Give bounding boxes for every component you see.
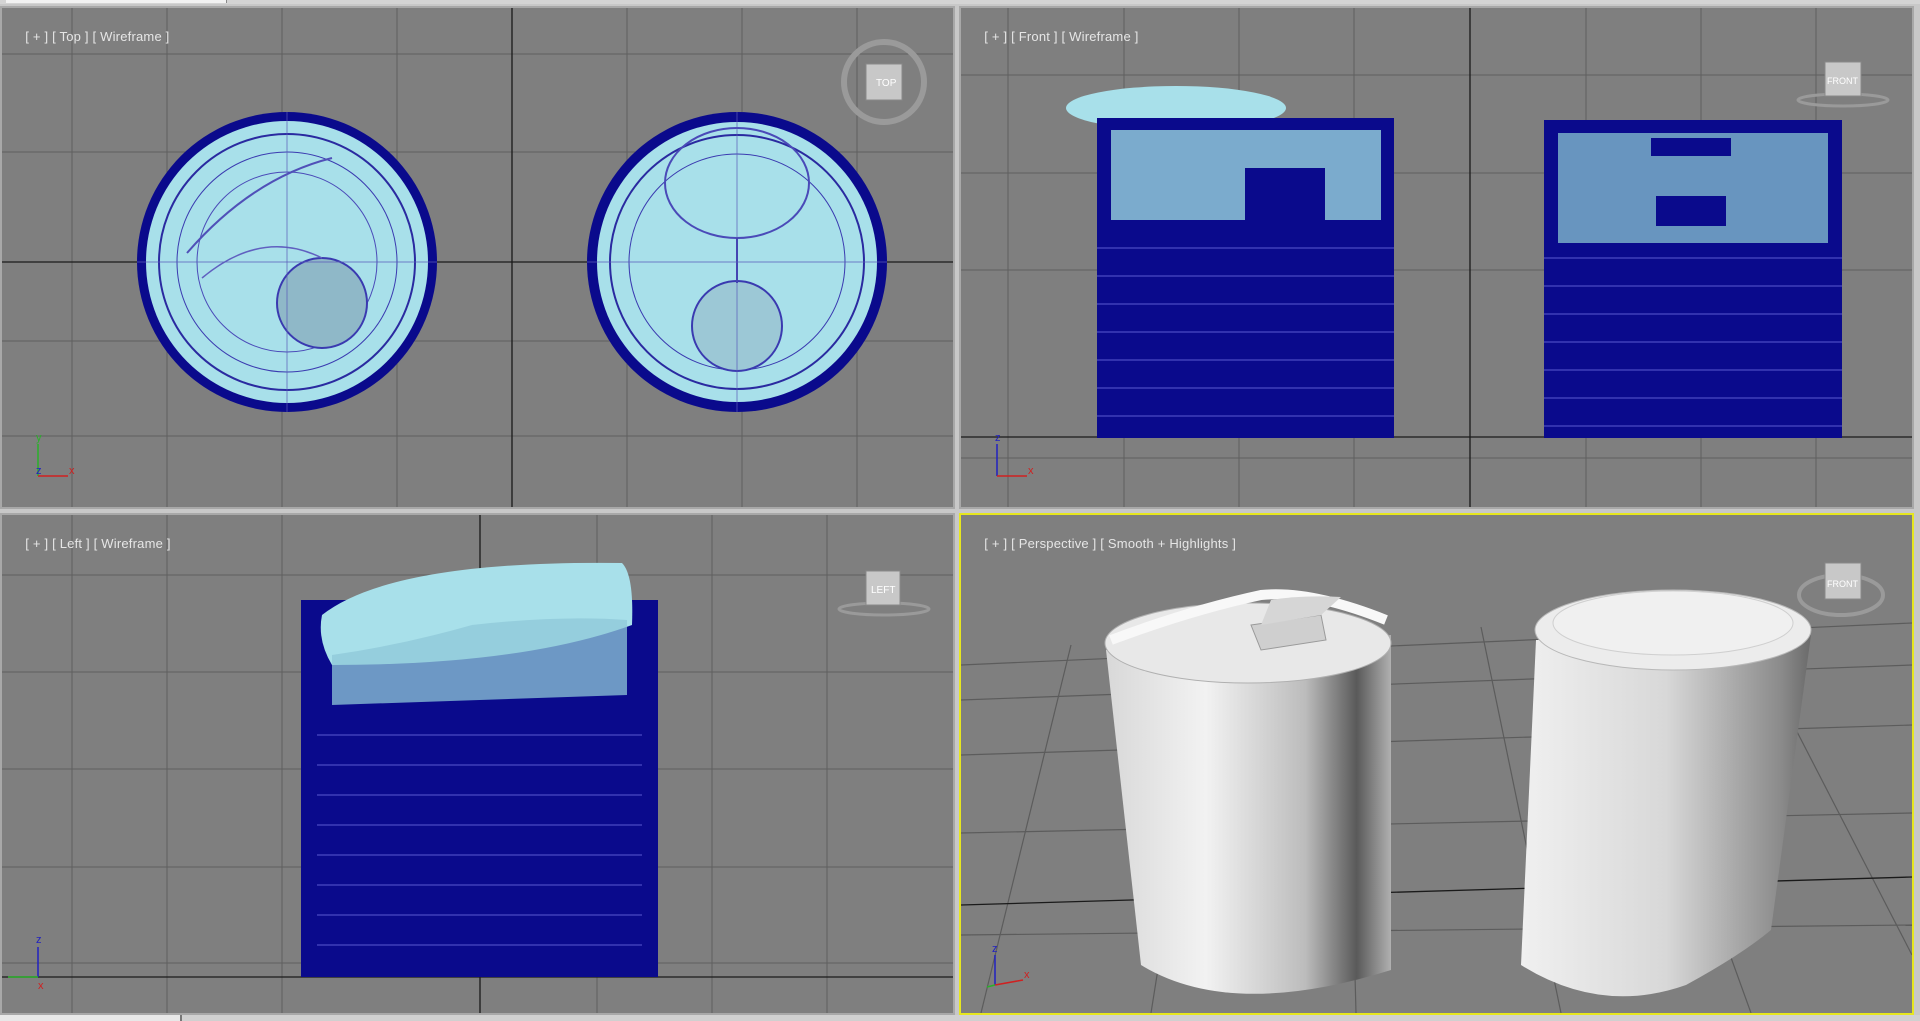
viewport-left-label: [ + ] [ Left ] [ Wireframe ] xyxy=(10,521,171,566)
viewport-menu-button[interactable]: [ + ] xyxy=(984,536,1007,551)
perspective-cap-left xyxy=(1104,589,1392,994)
view-name[interactable]: [ Top ] xyxy=(52,29,89,44)
svg-text:x: x xyxy=(69,465,75,477)
viewport-top-label: [ + ] [ Top ] [ Wireframe ] xyxy=(10,14,170,59)
top-tab-strip xyxy=(0,0,1920,4)
svg-text:x: x xyxy=(1024,969,1030,981)
left-scene: LEFT z x xyxy=(2,515,953,1013)
viewport-front[interactable]: FRONT z x [ + ] [ Front ] [ Wireframe ] xyxy=(959,6,1914,509)
svg-text:x: x xyxy=(1028,465,1034,477)
view-name[interactable]: [ Front ] xyxy=(1011,29,1058,44)
shading-mode[interactable]: [ Wireframe ] xyxy=(94,536,171,551)
viewcube-perspective xyxy=(1797,562,1885,617)
front-cap-left xyxy=(1066,86,1394,438)
axis-gizmo-front xyxy=(996,444,1027,477)
top-cap-left xyxy=(137,112,437,412)
viewport-left[interactable]: LEFT z x [ + ] [ Left ] [ Wireframe ] xyxy=(0,513,955,1015)
axis-gizmo-top xyxy=(37,444,68,477)
front-cap-right xyxy=(1544,120,1842,438)
viewport-menu-button[interactable]: [ + ] xyxy=(984,29,1007,44)
viewcube-perspective-label: FRONT xyxy=(1827,579,1858,589)
viewcube-front-label: FRONT xyxy=(1827,76,1858,86)
svg-text:z: z xyxy=(36,934,42,946)
shading-mode[interactable]: [ Smooth + Highlights ] xyxy=(1100,536,1236,551)
viewport-menu-button[interactable]: [ + ] xyxy=(25,536,48,551)
svg-text:y: y xyxy=(36,432,42,444)
bottom-timeline-strip xyxy=(0,1015,1920,1021)
active-tab[interactable] xyxy=(6,0,227,3)
left-cap xyxy=(301,562,658,977)
top-scene: TOP y z x xyxy=(2,8,953,507)
perspective-cap-right xyxy=(1521,589,1812,997)
viewport-top[interactable]: TOP y z x [ + ] [ Top ] [ Wireframe ] xyxy=(0,6,955,509)
view-name[interactable]: [ Left ] xyxy=(52,536,90,551)
viewport-perspective-label: [ + ] [ Perspective ] [ Smooth + Highlig… xyxy=(969,521,1236,566)
perspective-scene: FRONT z x xyxy=(961,562,1912,1013)
shading-mode[interactable]: [ Wireframe ] xyxy=(1062,29,1139,44)
svg-text:z: z xyxy=(992,943,998,955)
viewcube-top-label: TOP xyxy=(876,78,897,89)
shading-mode[interactable]: [ Wireframe ] xyxy=(93,29,170,44)
view-name[interactable]: [ Perspective ] xyxy=(1011,536,1096,551)
time-slider[interactable] xyxy=(0,1015,182,1021)
front-scene: FRONT z x xyxy=(961,8,1912,507)
svg-text:x: x xyxy=(38,980,44,992)
axis-gizmo-left xyxy=(8,947,39,978)
viewport-menu-button[interactable]: [ + ] xyxy=(25,29,48,44)
svg-text:z: z xyxy=(36,465,42,477)
top-cap-right xyxy=(587,112,887,412)
viewport-front-label: [ + ] [ Front ] [ Wireframe ] xyxy=(969,14,1139,59)
viewcube-left-label: LEFT xyxy=(871,585,895,596)
axis-gizmo-perspective xyxy=(986,955,1024,988)
svg-text:z: z xyxy=(995,432,1001,444)
viewport-perspective[interactable]: FRONT z x [ + ] [ Perspective ] [ Smooth… xyxy=(959,513,1914,1015)
